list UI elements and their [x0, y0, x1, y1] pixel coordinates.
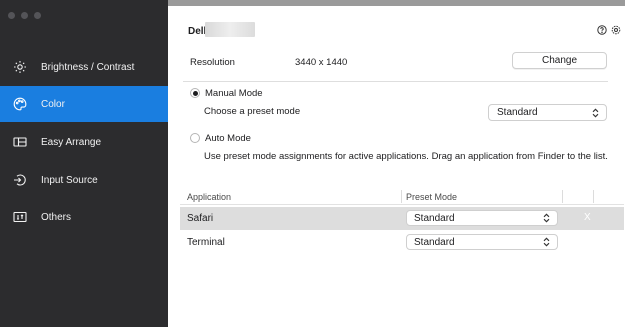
window-top-strip	[168, 0, 625, 6]
remove-row-button[interactable]: X	[584, 212, 591, 223]
up-down-chevron-icon	[543, 213, 550, 223]
sidebar-item-color[interactable]: Color	[0, 86, 168, 122]
gear-icon[interactable]	[611, 25, 621, 38]
change-resolution-button[interactable]: Change	[512, 52, 607, 69]
sidebar-item-brightness-contrast[interactable]: Brightness / Contrast	[0, 49, 168, 85]
model-title: Dell	[188, 26, 207, 37]
close-window-icon[interactable]	[8, 12, 15, 19]
sidebar-item-label: Brightness / Contrast	[41, 61, 135, 73]
sidebar-item-others[interactable]: Others	[0, 199, 168, 235]
window-controls	[8, 11, 47, 22]
sidebar-item-label: Color	[41, 98, 65, 110]
table-row-safari[interactable]: Safari Standard X	[180, 207, 624, 230]
app-name: Terminal	[187, 237, 225, 248]
resolution-label: Resolution	[190, 57, 235, 68]
column-header-preset-mode[interactable]: Preset Mode	[406, 192, 457, 202]
auto-mode-description: Use preset mode assignments for active a…	[204, 151, 608, 162]
application-table: Application Preset Mode Safari Standard …	[180, 187, 624, 327]
sidebar-item-label: Others	[41, 211, 72, 223]
preset-mode-value: Standard	[497, 107, 538, 118]
up-down-chevron-icon	[592, 108, 599, 118]
preset-mode-hint: Choose a preset mode	[204, 106, 301, 117]
table-row-terminal[interactable]: Terminal Standard	[180, 231, 624, 254]
layout-icon	[13, 135, 27, 149]
input-source-icon	[13, 173, 27, 187]
column-header-application[interactable]: Application	[187, 192, 231, 202]
help-icon[interactable]	[597, 25, 607, 38]
manual-mode-radio[interactable]	[190, 88, 200, 98]
resolution-value: 3440 x 1440	[295, 57, 348, 68]
model-name-redacted	[205, 22, 255, 37]
minimize-window-icon[interactable]	[21, 12, 28, 19]
sidebar-item-label: Input Source	[41, 174, 98, 186]
up-down-chevron-icon	[543, 237, 550, 247]
manual-mode-label[interactable]: Manual Mode	[205, 88, 263, 99]
header-icons	[597, 25, 621, 38]
sidebar-item-input-source[interactable]: Input Source	[0, 162, 168, 198]
table-header: Application Preset Mode	[180, 187, 624, 205]
row-preset-select[interactable]: Standard	[406, 210, 558, 226]
preset-mode-select[interactable]: Standard	[488, 104, 607, 121]
column-separator	[562, 190, 563, 203]
auto-mode-radio[interactable]	[190, 133, 200, 143]
row-preset-select[interactable]: Standard	[406, 234, 558, 250]
app-name: Safari	[187, 213, 214, 224]
sidebar-item-easy-arrange[interactable]: Easy Arrange	[0, 124, 168, 160]
row-preset-value: Standard	[414, 236, 455, 248]
palette-icon	[13, 97, 27, 111]
sun-icon	[13, 60, 27, 74]
divider	[183, 81, 608, 82]
others-icon	[13, 210, 27, 224]
main-panel: Dell Resolution 3440 x 1440 Change Manua…	[168, 0, 625, 327]
sidebar-item-label: Easy Arrange	[41, 136, 102, 148]
column-separator	[401, 190, 402, 203]
column-separator	[593, 190, 594, 203]
sidebar: Brightness / Contrast Color Easy Arrange…	[0, 0, 168, 327]
auto-mode-label[interactable]: Auto Mode	[205, 133, 251, 144]
row-preset-value: Standard	[414, 212, 455, 224]
zoom-window-icon[interactable]	[34, 12, 41, 19]
